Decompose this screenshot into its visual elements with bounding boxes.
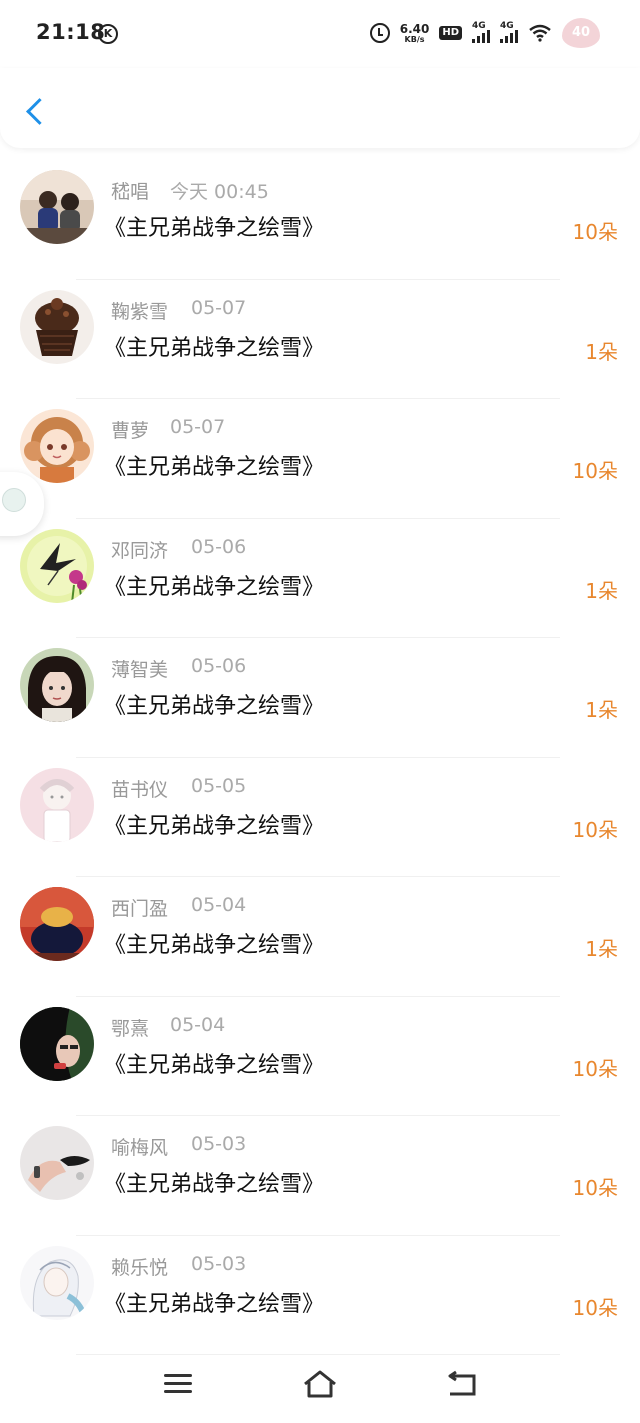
- network-speed: 6.40 KB/s: [400, 23, 430, 44]
- status-time: 21:18: [36, 20, 106, 44]
- list-item[interactable]: 赖乐悦 05-03 《主兄弟战争之绘雪》 10朵: [0, 1236, 640, 1355]
- list-item[interactable]: 嵇唱 今天 00:45 《主兄弟战争之绘雪》 10朵: [0, 160, 640, 280]
- sender-name: 邓同济: [111, 539, 169, 562]
- list-item[interactable]: 西门盈 05-04 《主兄弟战争之绘雪》 1朵: [0, 877, 640, 997]
- book-title: 《主兄弟战争之绘雪》: [104, 1052, 325, 1078]
- k-badge-icon: K: [98, 24, 118, 44]
- book-title: 《主兄弟战争之绘雪》: [104, 335, 325, 361]
- back-button[interactable]: [20, 94, 50, 128]
- hd-icon: HD: [439, 26, 462, 40]
- flower-amount: 10朵: [572, 1295, 618, 1320]
- sender-name: 嵇唱: [111, 181, 150, 203]
- flower-amount: 1朵: [585, 937, 618, 961]
- flower-amount: 1朵: [585, 339, 618, 364]
- avatar[interactable]: [20, 528, 94, 603]
- avatar[interactable]: [20, 887, 94, 961]
- book-title: 《主兄弟战争之绘雪》: [104, 1172, 325, 1197]
- back-icon[interactable]: [446, 1370, 478, 1398]
- network-speed-unit: KB/s: [404, 34, 425, 44]
- reward-list: 嵇唱 今天 00:45 《主兄弟战争之绘雪》 10朵 鞠紫雪 05-07 《主兄…: [0, 160, 640, 1355]
- alarm-icon: [369, 23, 390, 43]
- send-date: 05-06: [191, 535, 247, 558]
- flower-amount: 10朵: [572, 1056, 618, 1081]
- sender-name: 鄂熹: [111, 1017, 150, 1040]
- avatar[interactable]: [20, 1126, 94, 1200]
- book-title: 《主兄弟战争之绘雪》: [104, 455, 325, 480]
- sender-name: 西门盈: [111, 898, 169, 920]
- status-icons: 6.40 KB/s HD 4G 4G 40: [369, 18, 600, 48]
- flower-amount: 10朵: [572, 220, 618, 244]
- status-bar: 21:18 K 6.40 KB/s HD 4G 4G 40: [0, 0, 640, 68]
- book-title: 《主兄弟战争之绘雪》: [104, 813, 325, 839]
- list-item[interactable]: 苗书仪 05-05 《主兄弟战争之绘雪》 10朵: [0, 758, 640, 877]
- send-date: 今天 00:45: [170, 181, 269, 203]
- avatar[interactable]: [20, 170, 94, 244]
- avatar[interactable]: [20, 289, 94, 364]
- list-item[interactable]: 薄智美 05-06 《主兄弟战争之绘雪》 1朵: [0, 638, 640, 758]
- sender-name: 喻梅风: [111, 1137, 169, 1159]
- sender-name: 苗书仪: [111, 778, 169, 801]
- flower-amount: 1朵: [585, 698, 618, 722]
- sender-name: 曹萝: [111, 420, 150, 442]
- send-date: 05-03: [191, 1252, 247, 1275]
- send-date: 05-07: [191, 296, 247, 319]
- send-date: 05-04: [191, 894, 247, 916]
- home-icon[interactable]: [302, 1368, 338, 1400]
- sender-name: 薄智美: [111, 659, 169, 681]
- wifi-icon: [528, 24, 552, 42]
- navigation-bar: [0, 1350, 640, 1423]
- send-date: 05-04: [170, 1013, 226, 1036]
- flower-amount: 1朵: [585, 578, 618, 603]
- avatar[interactable]: [20, 1245, 94, 1320]
- list-item[interactable]: 曹萝 05-07 《主兄弟战争之绘雪》 10朵: [0, 399, 640, 519]
- send-date: 05-03: [191, 1133, 247, 1155]
- send-date: 05-07: [170, 416, 226, 438]
- avatar[interactable]: [20, 767, 94, 842]
- sender-name: 鞠紫雪: [111, 300, 169, 323]
- app-header: [0, 68, 640, 148]
- signal-sim1-icon: 4G: [472, 21, 490, 43]
- send-date: 05-05: [191, 774, 247, 797]
- list-item[interactable]: 喻梅风 05-03 《主兄弟战争之绘雪》 10朵: [0, 1116, 640, 1236]
- send-date: 05-06: [191, 655, 247, 677]
- flower-amount: 10朵: [572, 1176, 618, 1200]
- flower-amount: 10朵: [572, 459, 618, 483]
- book-title: 《主兄弟战争之绘雪》: [104, 694, 325, 719]
- book-title: 《主兄弟战争之绘雪》: [104, 1291, 325, 1317]
- list-item[interactable]: 鄂熹 05-04 《主兄弟战争之绘雪》 10朵: [0, 997, 640, 1116]
- battery-level: 40: [571, 25, 591, 40]
- avatar[interactable]: [20, 1006, 94, 1081]
- signal-sim2-label: 4G: [500, 21, 514, 31]
- book-title: 《主兄弟战争之绘雪》: [104, 933, 325, 958]
- menu-icon[interactable]: [164, 1374, 192, 1398]
- sender-name: 赖乐悦: [111, 1256, 169, 1279]
- book-title: 《主兄弟战争之绘雪》: [104, 216, 325, 241]
- list-item[interactable]: 邓同济 05-06 《主兄弟战争之绘雪》 1朵: [0, 519, 640, 638]
- flower-amount: 10朵: [572, 817, 618, 842]
- list-item[interactable]: 鞠紫雪 05-07 《主兄弟战争之绘雪》 1朵: [0, 280, 640, 399]
- avatar[interactable]: [20, 409, 94, 483]
- book-title: 《主兄弟战争之绘雪》: [104, 574, 325, 600]
- signal-sim1-label: 4G: [472, 21, 486, 31]
- signal-sim2-icon: 4G: [500, 21, 518, 43]
- network-speed-value: 6.40: [399, 21, 430, 36]
- battery-icon: 40: [562, 18, 600, 48]
- avatar[interactable]: [20, 648, 94, 722]
